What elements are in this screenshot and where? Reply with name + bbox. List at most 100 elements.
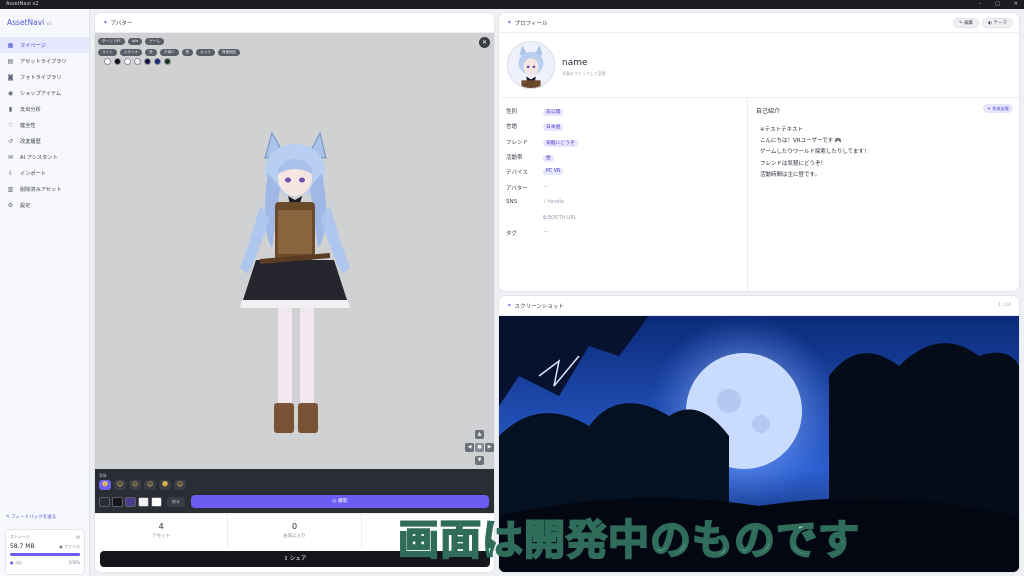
profile-field-value: — [543, 230, 548, 236]
scene-chip[interactable]: Idle [127, 38, 143, 45]
reset-button[interactable]: 戻る [167, 497, 185, 507]
profile-field-value[interactable]: ⧉ BOOTH URL [543, 215, 576, 221]
background-swatch[interactable] [164, 58, 171, 65]
scene-chip[interactable]: ターン OFF [98, 38, 125, 45]
feedback-link[interactable]: ✎ フィードバックを送る [6, 514, 56, 520]
expression-icon[interactable]: ☻ [99, 480, 111, 490]
sidebar-item-7[interactable]: ✉ AI アシスタント [0, 149, 89, 165]
background-swatch[interactable] [104, 58, 111, 65]
profile-field-value[interactable]: 非公開 [543, 108, 564, 116]
sidebar-item-4[interactable]: ▮ 支出分析 [0, 101, 89, 117]
bio-assist-button[interactable]: ✦ 作成支援 [983, 104, 1013, 113]
feedback-label: フィードバックを送る [11, 515, 57, 520]
sidebar-item-label: 支出分析 [20, 106, 41, 113]
expression-label: 表情 [99, 473, 107, 478]
color-swatch[interactable] [151, 497, 162, 507]
close-icon[interactable]: ✕ [479, 37, 490, 48]
stat-assets[interactable]: 4 アセット [95, 514, 229, 547]
background-swatch[interactable] [114, 58, 121, 65]
expression-icon[interactable]: ☹ [129, 480, 141, 490]
profile-field-label: SNS [506, 198, 518, 205]
sidebar-item-2[interactable]: ◙ フォトライブラリ [0, 69, 89, 85]
scene-chip[interactable]: カメラ [196, 49, 215, 56]
sidebar-item-8[interactable]: ⇩ インポート [0, 165, 89, 181]
color-swatch[interactable] [138, 497, 149, 507]
close-window-button[interactable]: ✕ [1014, 0, 1018, 9]
arrow-left-icon[interactable]: ◀ [465, 443, 474, 452]
sidebar-item-5[interactable]: ♡ 健全性 [0, 117, 89, 133]
expression-icon[interactable]: ☺ [144, 480, 156, 490]
theme-button[interactable]: ◐ テーマ [982, 18, 1013, 28]
avatar-viewport[interactable]: ✕ ターン OFFIdleゲーム ライトスタジオ夜夕焼け雪カメラ背景固定 [95, 33, 494, 482]
minimize-button[interactable]: – [979, 0, 982, 9]
sparkle-icon: ✦ [507, 19, 512, 26]
sidebar-item-10[interactable]: ⚙ 設定 [0, 197, 89, 213]
color-swatch[interactable] [99, 497, 110, 507]
database-icon: ▤ [76, 534, 80, 539]
storage-bar-fill [10, 553, 80, 556]
brand-version: v2 [46, 21, 52, 26]
app-brand[interactable]: AssetNavi v2 [0, 9, 89, 37]
arrow-down-icon[interactable]: ▼ [475, 456, 484, 465]
bio-title: 自己紹介 [756, 108, 781, 115]
background-swatch[interactable] [144, 58, 151, 65]
bio-line: 活動時間は主に昼です。 [760, 171, 820, 178]
trash-icon: ▥ [7, 185, 14, 193]
scene-chip[interactable]: ライト [98, 49, 117, 56]
bio-line: ※テストテキスト [760, 127, 803, 133]
background-swatch[interactable] [134, 58, 141, 65]
scene-chip[interactable]: 夜 [145, 49, 157, 56]
sidebar-item-3[interactable]: ◉ ショップアイテム [0, 85, 89, 101]
stat-favorites[interactable]: 0 お気に入り [228, 514, 362, 547]
library-icon: ▤ [7, 57, 14, 65]
storage-files: ● ファイル [59, 544, 80, 549]
bio-line: フレンドは気軽にどうぞ！ [760, 160, 827, 167]
background-swatch[interactable] [124, 58, 131, 65]
arrow-up-icon[interactable]: ▲ [475, 430, 484, 439]
scene-chip[interactable]: 夕焼け [159, 49, 179, 56]
sidebar-item-9[interactable]: ▥ 削除済みアセット [0, 181, 89, 197]
scene-chip[interactable]: スタジオ [119, 49, 143, 56]
sidebar-item-6[interactable]: ↺ 改変履歴 [0, 133, 89, 149]
expression-icon[interactable]: ☻ [159, 480, 171, 490]
avatar-model[interactable] [220, 128, 370, 468]
color-swatch[interactable] [125, 497, 136, 507]
scene-chip[interactable]: 雪 [181, 49, 194, 56]
sidebar-item-1[interactable]: ▤ アセットライブラリ [0, 53, 89, 69]
profile-field-value[interactable]: ♪ handle [543, 200, 564, 205]
profile-panel-title: プロフィール [514, 20, 548, 27]
profile-field-value[interactable]: 日本語 [543, 123, 564, 132]
sidebar-item-label: 設定 [20, 202, 31, 209]
arrow-right-icon[interactable]: ▶ [485, 443, 494, 452]
profile-field-label: 性別 [506, 109, 518, 115]
expression-icon[interactable]: ☺ [114, 480, 126, 490]
sidebar-item-0[interactable]: ▦ マイページ [0, 37, 89, 53]
expression-icon[interactable]: ☺ [174, 480, 186, 490]
background-swatch[interactable] [154, 58, 161, 65]
eye-icon: ◉ [7, 89, 14, 97]
scene-chip[interactable]: 背景固定 [217, 49, 241, 56]
scene-chip[interactable]: ゲーム [145, 38, 164, 45]
chat-icon: ✉ [7, 153, 14, 161]
maximize-button[interactable]: □ [995, 0, 1000, 9]
history-icon: ↺ [7, 137, 14, 145]
profile-field-value[interactable]: 昼 [543, 154, 554, 162]
storage-legend: ● .zip [10, 560, 22, 565]
window-title: AssetNavi v2 [6, 1, 39, 7]
avatar-panel-header: ✦ アバター [95, 13, 494, 33]
sidebar-item-label: 健全性 [20, 122, 36, 129]
sidebar-item-label: 改変履歴 [20, 138, 41, 145]
sparkle-icon: ✦ [507, 302, 512, 309]
profile-field-value[interactable]: PC VR [543, 168, 564, 176]
sparkle-icon: ✦ [103, 19, 108, 26]
bio-line: こんにちは！VRユーザーです 🎮 [760, 138, 842, 145]
profile-name: name [562, 58, 588, 68]
profile-panel-header: ✦ プロフィール [499, 13, 1019, 33]
camera-center-icon[interactable]: ● [475, 443, 484, 452]
edit-button[interactable]: ✎ 編集 [952, 18, 980, 28]
storage-size: 58.7 MB [10, 543, 35, 550]
profile-field-value[interactable]: 気軽にどうぞ [543, 139, 578, 147]
color-swatch[interactable] [112, 497, 123, 507]
sidebar-item-label: アセットライブラリ [20, 58, 67, 65]
profile-avatar[interactable] [507, 41, 555, 89]
